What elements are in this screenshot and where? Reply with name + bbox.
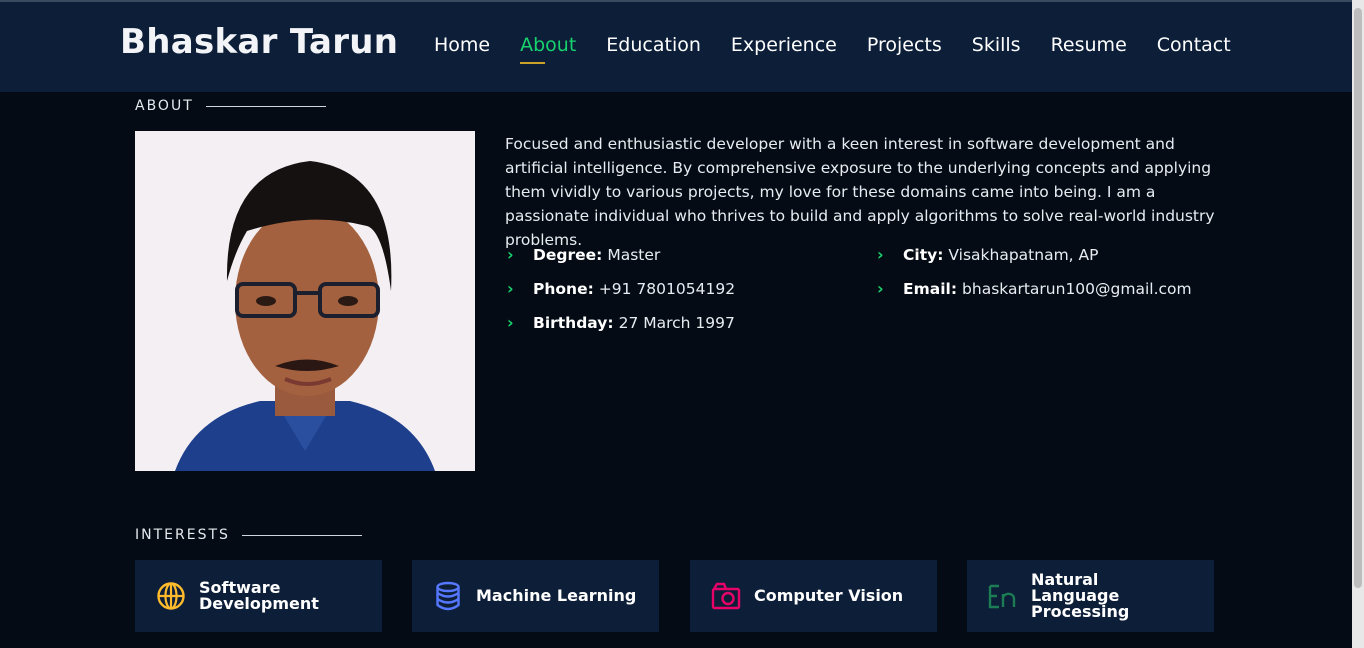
email-value[interactable]: bhaskartarun100@gmail.com bbox=[962, 280, 1192, 298]
info-phone: › Phone: +91 7801054192 bbox=[507, 279, 735, 298]
page-scrollbar[interactable] bbox=[1352, 0, 1364, 648]
info-city: › City: Visakhapatnam, AP bbox=[877, 245, 1099, 264]
site-header: Bhaskar Tarun Home About Education Exper… bbox=[0, 2, 1352, 92]
city-value: Visakhapatnam, AP bbox=[948, 245, 1099, 264]
main-nav: Home About Education Experience Projects… bbox=[434, 34, 1261, 64]
profile-photo bbox=[135, 131, 475, 471]
degree-label: Degree: bbox=[533, 245, 603, 264]
info-birthday: › Birthday: 27 March 1997 bbox=[507, 313, 735, 332]
chevron-right-icon: › bbox=[877, 245, 884, 264]
chevron-right-icon: › bbox=[877, 279, 884, 298]
heading-divider bbox=[241, 534, 362, 536]
interests-section-title: INTERESTS bbox=[135, 527, 362, 543]
interest-card-cv[interactable]: Computer Vision bbox=[690, 560, 937, 632]
city-label: City: bbox=[903, 245, 944, 264]
info-email: › Email: bhaskartarun100@gmail.com bbox=[877, 279, 1192, 298]
nav-about[interactable]: About bbox=[520, 34, 576, 64]
birthday-label: Birthday: bbox=[533, 313, 614, 332]
email-label: Email: bbox=[903, 279, 958, 298]
interest-label: Computer Vision bbox=[754, 586, 904, 605]
phone-value: +91 7801054192 bbox=[598, 279, 736, 298]
interests-heading: INTERESTS bbox=[135, 527, 230, 543]
chevron-right-icon: › bbox=[507, 279, 514, 298]
camera-icon bbox=[711, 582, 741, 610]
interest-label: Software Development bbox=[199, 578, 319, 613]
birthday-value: 27 March 1997 bbox=[618, 313, 735, 332]
phone-label: Phone: bbox=[533, 279, 594, 298]
nav-resume[interactable]: Resume bbox=[1051, 34, 1127, 56]
interest-label: Machine Learning bbox=[476, 586, 637, 605]
nav-education[interactable]: Education bbox=[606, 34, 701, 56]
nav-experience[interactable]: Experience bbox=[731, 34, 837, 56]
interest-label: Natural Language Processing bbox=[1031, 570, 1130, 621]
heading-divider bbox=[205, 105, 326, 107]
scrollbar-thumb[interactable] bbox=[1354, 8, 1362, 588]
site-logo[interactable]: Bhaskar Tarun bbox=[120, 22, 398, 62]
nav-skills[interactable]: Skills bbox=[972, 34, 1021, 56]
interest-card-nlp[interactable]: Natural Language Processing bbox=[967, 560, 1214, 632]
chevron-right-icon: › bbox=[507, 245, 514, 264]
globe-icon bbox=[157, 582, 185, 610]
language-icon bbox=[988, 584, 1016, 609]
nav-home[interactable]: Home bbox=[434, 34, 490, 56]
nav-contact[interactable]: Contact bbox=[1157, 34, 1231, 56]
about-section-title: ABOUT bbox=[135, 98, 326, 114]
portrait-image bbox=[135, 131, 475, 471]
degree-value: Master bbox=[607, 245, 661, 264]
about-heading: ABOUT bbox=[135, 98, 194, 114]
interest-card-software[interactable]: Software Development bbox=[135, 560, 382, 632]
info-degree: › Degree: Master bbox=[507, 245, 660, 264]
database-icon bbox=[436, 581, 460, 611]
chevron-right-icon: › bbox=[507, 313, 514, 332]
about-paragraph: Focused and enthusiastic developer with … bbox=[505, 135, 1215, 249]
interest-card-ml[interactable]: Machine Learning bbox=[412, 560, 659, 632]
nav-projects[interactable]: Projects bbox=[867, 34, 942, 56]
